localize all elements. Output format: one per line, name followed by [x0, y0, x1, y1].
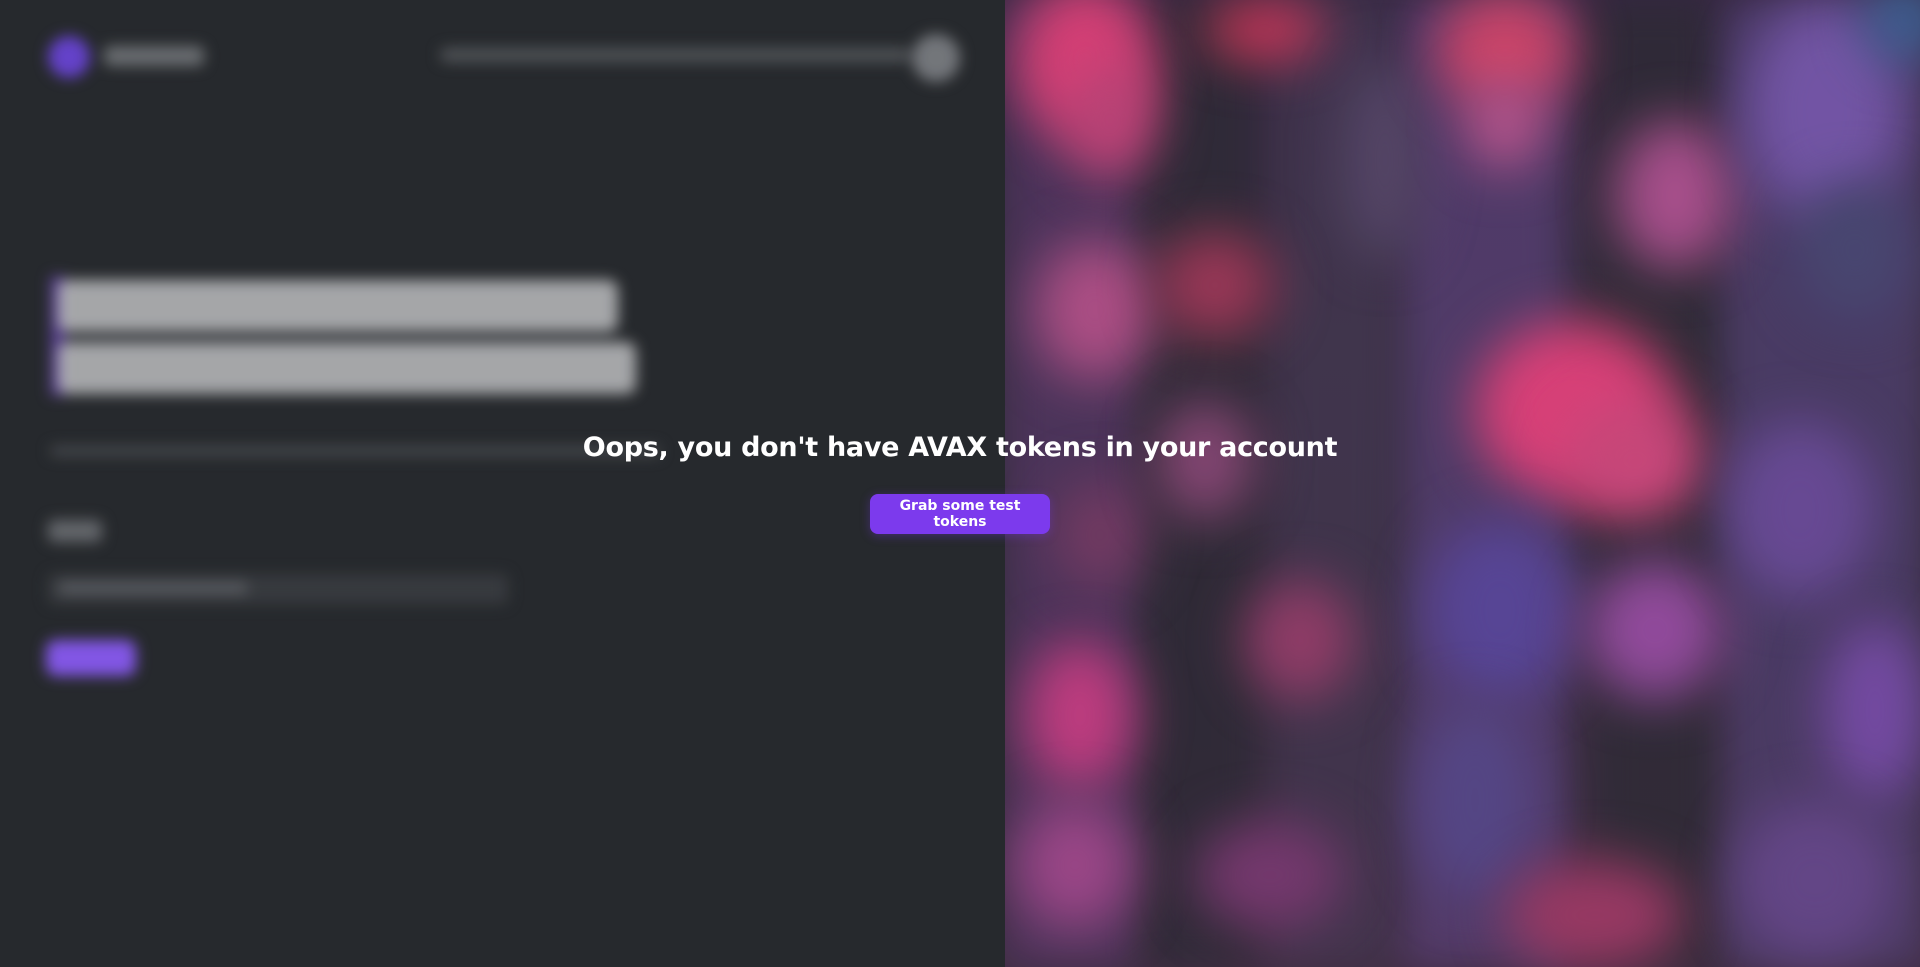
grab-test-tokens-button[interactable]: Grab some test tokens: [870, 494, 1050, 534]
modal-overlay: [0, 0, 1920, 967]
no-tokens-message: Oops, you don't have AVAX tokens in your…: [582, 432, 1338, 463]
app-page: Oops, you don't have AVAX tokens in your…: [0, 0, 1920, 967]
